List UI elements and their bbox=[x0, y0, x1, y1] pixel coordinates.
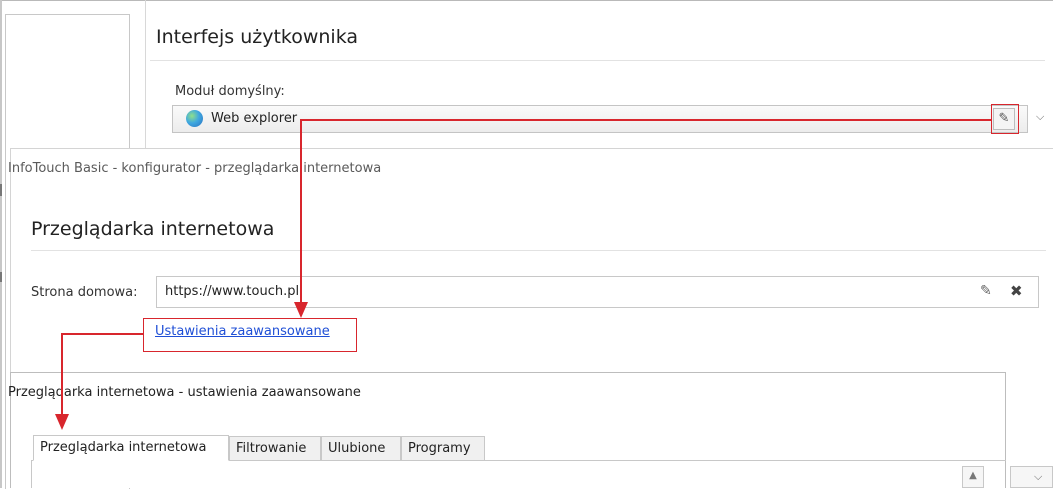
tab-programs[interactable]: Programy bbox=[401, 436, 485, 461]
default-module-value: Web explorer bbox=[211, 111, 298, 126]
background-select[interactable] bbox=[1010, 466, 1053, 488]
close-icon[interactable]: ✖ bbox=[1010, 282, 1023, 300]
section-title: Interfejs użytkownika bbox=[156, 26, 359, 48]
configurator-window-title: InfoTouch Basic - konfigurator - przeglą… bbox=[8, 161, 382, 176]
heading-divider bbox=[31, 250, 1046, 251]
tab-favorites[interactable]: Ulubione bbox=[321, 436, 401, 461]
home-page-value[interactable]: https://www.touch.pl bbox=[165, 284, 299, 299]
window-edge-mark bbox=[0, 184, 2, 196]
home-page-label: Strona domowa: bbox=[31, 285, 138, 300]
default-module-label: Moduł domyślny: bbox=[175, 84, 285, 99]
tab-content-panel bbox=[31, 460, 1006, 488]
chevron-down-icon[interactable]: ⌵ bbox=[1034, 470, 1042, 484]
callout-arrow bbox=[294, 302, 308, 318]
globe-icon bbox=[186, 110, 203, 127]
edit-icon[interactable]: ✎ bbox=[980, 283, 992, 299]
callout-line bbox=[61, 333, 63, 415]
callout-box-link bbox=[143, 318, 357, 352]
callout-line bbox=[300, 119, 991, 121]
callout-line bbox=[61, 333, 143, 335]
callout-arrow bbox=[55, 414, 69, 430]
browser-heading: Przeglądarka internetowa bbox=[31, 218, 275, 240]
tab-filtering[interactable]: Filtrowanie bbox=[229, 436, 321, 461]
section-divider bbox=[150, 60, 1045, 61]
callout-box-edit bbox=[991, 104, 1019, 134]
scroll-up-button[interactable]: ▲ bbox=[962, 466, 984, 488]
window-top-border bbox=[0, 0, 1053, 1]
window-left-border bbox=[0, 0, 2, 488]
callout-line bbox=[300, 119, 302, 303]
pane-divider bbox=[145, 0, 146, 160]
chevron-down-icon[interactable]: ⌵ bbox=[1036, 110, 1044, 124]
window-edge-mark bbox=[0, 272, 2, 282]
tab-browser[interactable]: Przeglądarka internetowa bbox=[33, 435, 229, 461]
